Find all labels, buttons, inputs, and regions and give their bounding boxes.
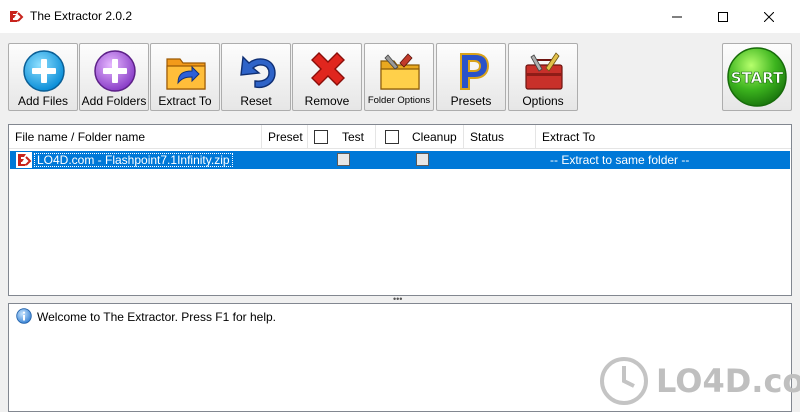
presets-button[interactable]: Presets xyxy=(436,43,506,111)
extract-to-label: Extract To xyxy=(158,94,212,108)
add-folders-icon xyxy=(94,50,136,92)
watermark: LO4D.com xyxy=(598,356,800,406)
splitter-grip-icon: ••• xyxy=(393,294,403,304)
column-header-extract-to[interactable]: Extract To xyxy=(536,125,791,149)
start-button[interactable]: START xyxy=(722,43,792,111)
folder-options-icon xyxy=(380,53,420,90)
remove-icon xyxy=(311,52,345,86)
add-files-button[interactable]: Add Files xyxy=(8,43,78,111)
options-icon xyxy=(525,52,563,90)
close-icon xyxy=(764,11,774,22)
remove-label: Remove xyxy=(304,94,350,108)
archive-file-icon xyxy=(16,152,32,168)
column-header-status[interactable]: Status xyxy=(464,125,536,149)
add-folders-label: Add Folders xyxy=(81,94,147,108)
column-header-preset[interactable]: Preset xyxy=(262,125,308,149)
test-all-checkbox[interactable] xyxy=(314,130,328,144)
cleanup-all-checkbox[interactable] xyxy=(385,130,399,144)
folder-options-button[interactable]: Folder Options xyxy=(364,43,434,111)
extract-to-button[interactable]: Extract To xyxy=(150,43,220,111)
maximize-button[interactable] xyxy=(700,0,746,33)
extractor-app-icon xyxy=(10,11,24,22)
column-header-test[interactable]: Test xyxy=(336,125,376,149)
folder-options-label: Folder Options xyxy=(367,95,431,106)
watermark-text: LO4D.com xyxy=(656,362,800,400)
reset-button[interactable]: Reset xyxy=(221,43,291,111)
start-icon: START xyxy=(727,47,787,107)
panel-splitter[interactable]: ••• xyxy=(8,294,792,304)
toolbar: Add Files Add Folders Extract To Reset R… xyxy=(0,33,800,118)
add-files-label: Add Files xyxy=(17,94,69,108)
info-icon xyxy=(16,308,32,324)
log-message: Welcome to The Extractor. Press F1 for h… xyxy=(37,310,276,324)
row-test-checkbox[interactable] xyxy=(337,153,350,166)
watermark-logo-icon xyxy=(600,357,648,405)
presets-label: Presets xyxy=(450,94,492,108)
file-list[interactable]: File name / Folder name Preset Test Clea… xyxy=(8,124,792,296)
add-folders-button[interactable]: Add Folders xyxy=(79,43,149,111)
window-title: The Extractor 2.0.2 xyxy=(30,9,133,23)
column-header-cleanup[interactable]: Cleanup xyxy=(406,125,464,149)
minimize-button[interactable] xyxy=(654,0,700,33)
maximize-icon xyxy=(718,11,728,22)
close-button[interactable] xyxy=(746,0,792,33)
table-row[interactable]: LO4D.com - Flashpoint7.1Infinity.zip -- … xyxy=(10,151,790,169)
row-cleanup-checkbox[interactable] xyxy=(416,153,429,166)
remove-button[interactable]: Remove xyxy=(292,43,362,111)
row-extract-to: -- Extract to same folder -- xyxy=(550,153,690,167)
reset-icon xyxy=(240,55,276,89)
options-button[interactable]: Options xyxy=(508,43,578,111)
extract-to-icon xyxy=(166,58,206,90)
presets-icon xyxy=(460,53,490,90)
title-bar: The Extractor 2.0.2 xyxy=(0,0,800,33)
add-files-icon xyxy=(23,50,65,92)
start-label: START xyxy=(731,69,784,87)
minimize-icon xyxy=(672,16,682,17)
reset-label: Reset xyxy=(240,94,272,108)
file-name: LO4D.com - Flashpoint7.1Infinity.zip xyxy=(34,153,233,167)
column-header-filename[interactable]: File name / Folder name xyxy=(9,125,262,149)
options-label: Options xyxy=(522,94,564,108)
file-list-header: File name / Folder name Preset Test Clea… xyxy=(9,125,791,149)
